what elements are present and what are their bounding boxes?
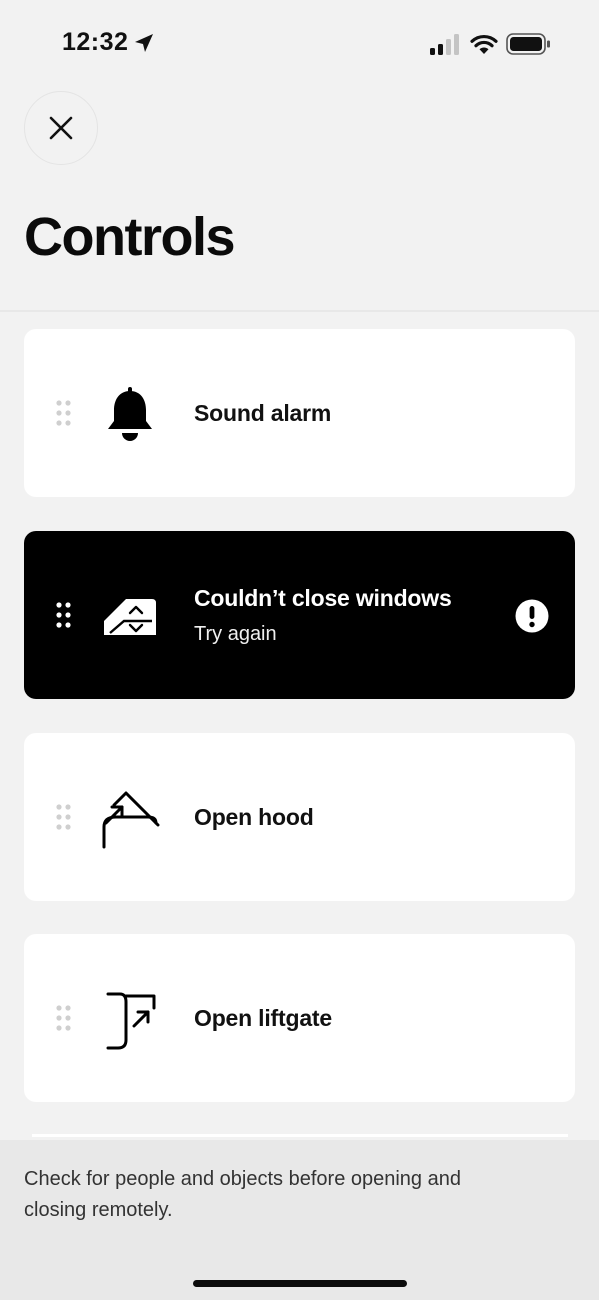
- home-indicator[interactable]: [193, 1280, 407, 1287]
- control-label: Couldn’t close windows: [194, 585, 452, 611]
- page-title: Controls: [24, 207, 236, 267]
- control-label: Sound alarm: [194, 400, 332, 426]
- hood-icon: [102, 791, 160, 849]
- safety-note: Check for people and objects before open…: [24, 1168, 461, 1221]
- status-time: 12:32: [62, 28, 129, 56]
- cellular-signal-icon: [430, 34, 459, 55]
- control-card-open-liftgate[interactable]: Open liftgate: [24, 934, 575, 1102]
- drag-handle-icon[interactable]: [55, 1004, 73, 1032]
- control-sublabel: Try again: [194, 623, 277, 645]
- exclamation-icon: [515, 599, 549, 633]
- control-card-open-hood[interactable]: Open hood: [24, 733, 575, 901]
- drag-handle-icon[interactable]: [55, 803, 73, 831]
- next-card-edge: [32, 1134, 568, 1137]
- location-arrow-icon: [135, 34, 153, 52]
- battery-icon: [506, 33, 550, 55]
- control-card-close-windows[interactable]: Couldn’t close windows Try again: [24, 531, 575, 699]
- liftgate-icon: [106, 992, 156, 1050]
- control-card-sound-alarm[interactable]: Sound alarm: [24, 329, 575, 497]
- close-icon: [49, 116, 73, 140]
- status-bar: 12:32: [0, 0, 599, 90]
- window-icon: [104, 599, 156, 635]
- control-label: Open liftgate: [194, 1005, 332, 1031]
- close-button[interactable]: [24, 91, 98, 165]
- header-divider: [0, 310, 599, 312]
- wifi-icon: [470, 34, 498, 54]
- footer: Check for people and objects before open…: [0, 1140, 599, 1300]
- control-label: Open hood: [194, 804, 314, 830]
- drag-handle-icon[interactable]: [55, 399, 73, 427]
- bell-icon: [108, 387, 152, 441]
- drag-handle-icon[interactable]: [55, 601, 73, 629]
